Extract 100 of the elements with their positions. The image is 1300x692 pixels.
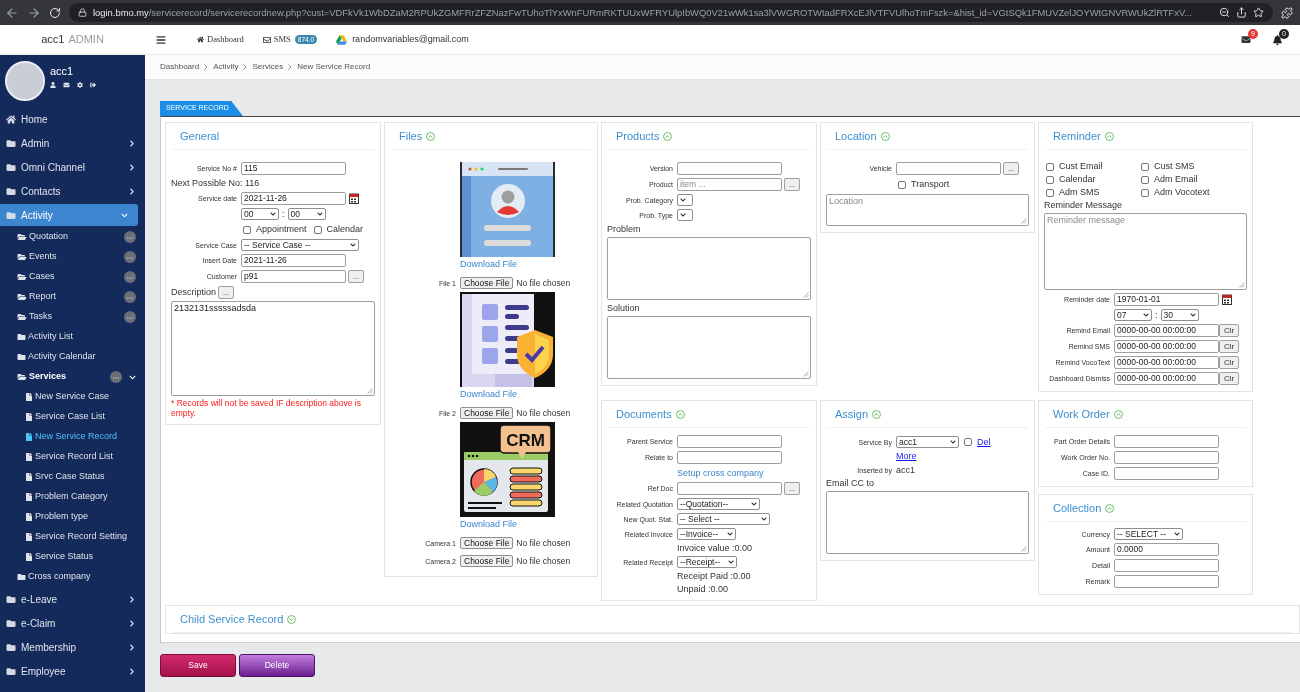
clear-button[interactable]: Clr (1219, 356, 1240, 369)
header-link[interactable]: Dashboard (197, 33, 244, 46)
sidebar-subitem[interactable]: Srvc Case Status (0, 467, 145, 487)
menu-icon[interactable] (156, 34, 166, 45)
sidebar-subitem[interactable]: Activity List (0, 327, 145, 347)
sidebar-subitem[interactable]: Report (0, 287, 145, 307)
text-field[interactable]: 0000-00-00 00:00:00 (1114, 324, 1219, 337)
text-field[interactable]: p91 (241, 270, 346, 283)
text-field[interactable]: 0000-00-00 00:00:00 (1114, 372, 1219, 385)
text-field[interactable] (896, 162, 1001, 175)
dropdown[interactable]: 00 (241, 208, 279, 220)
dropdown[interactable]: 30 (1160, 309, 1199, 321)
more-icon[interactable] (110, 371, 122, 383)
text-field[interactable]: 2021-11-26 (241, 254, 346, 267)
text-field[interactable]: 2021-11-26 (241, 192, 346, 205)
sidebar-subitem[interactable]: Service Record List (0, 447, 145, 467)
text-field[interactable] (1114, 451, 1219, 464)
clear-button[interactable]: Clr (1219, 324, 1240, 337)
sidebar-item[interactable]: Activity (0, 204, 138, 226)
dropdown[interactable]: 00 (287, 208, 326, 220)
sidebar-item[interactable]: Employee (0, 660, 145, 682)
bell-icon[interactable] (1273, 34, 1282, 45)
sidebar-item[interactable]: Membership (0, 636, 145, 658)
more-icon[interactable] (124, 231, 136, 243)
breadcrumb-link[interactable]: Activity (213, 61, 239, 73)
text-link[interactable]: Setup cross company (677, 467, 764, 479)
delete-button[interactable]: Delete (239, 654, 315, 677)
header-link[interactable]: randomvariables@gmail.com (336, 32, 469, 47)
checkbox[interactable] (1141, 162, 1149, 171)
checkbox[interactable] (898, 180, 906, 189)
user-icon[interactable] (50, 82, 56, 88)
sidebar-subitem[interactable]: Tasks (0, 307, 145, 327)
text-field[interactable] (677, 482, 782, 495)
breadcrumb-link[interactable]: Services (252, 61, 284, 73)
chevron-right-icon[interactable] (129, 595, 135, 603)
text-area[interactable]: Reminder message (1044, 213, 1247, 290)
sidebar-item[interactable]: e-Leave (0, 588, 145, 610)
sidebar-item[interactable]: Contacts (0, 180, 145, 202)
checkbox[interactable] (1046, 175, 1054, 184)
sidebar-subitem[interactable]: Events (0, 247, 145, 267)
text-field[interactable]: 0000-00-00 00:00:00 (1114, 356, 1219, 369)
dropdown[interactable]: --Invoice-- (677, 528, 736, 540)
more-icon[interactable] (124, 271, 136, 283)
more-icon[interactable] (124, 251, 136, 263)
choose-file-button[interactable]: Choose File (460, 555, 514, 567)
text-field[interactable]: item ... (677, 178, 782, 191)
more-icon[interactable] (124, 291, 136, 303)
text-field[interactable] (1114, 467, 1219, 480)
forward-icon[interactable] (27, 5, 41, 20)
sidebar-item[interactable]: Omni Channel (0, 156, 145, 178)
chevron-right-icon[interactable] (129, 139, 135, 147)
text-area[interactable] (826, 491, 1029, 554)
text-field[interactable]: 115 (241, 162, 346, 175)
choose-file-button[interactable]: Choose File (460, 537, 514, 549)
checkbox[interactable] (1046, 162, 1054, 171)
clear-button[interactable]: Clr (1219, 340, 1240, 353)
text-field[interactable] (677, 435, 782, 448)
sidebar-item[interactable]: Home (0, 108, 145, 130)
chevron-right-icon[interactable] (129, 643, 135, 651)
sidebar-subitem[interactable]: Cases (0, 267, 145, 287)
checkbox[interactable] (1046, 188, 1054, 197)
share-icon[interactable] (1236, 7, 1247, 18)
text-field[interactable] (1114, 435, 1219, 448)
dropdown[interactable]: -- SELECT -- (1114, 528, 1183, 540)
calendar-icon[interactable] (349, 193, 359, 204)
dropdown[interactable]: -- Select -- (677, 513, 770, 525)
calendar-icon[interactable] (1222, 294, 1232, 305)
text-area[interactable] (607, 237, 811, 300)
text-field[interactable]: 1970-01-01 (1114, 293, 1219, 306)
sidebar-subitem[interactable]: Quotation (0, 227, 145, 247)
zoom-icon[interactable] (1219, 7, 1230, 18)
dropdown[interactable]: --Receipt-- (677, 556, 738, 568)
puzzle-icon[interactable] (1281, 6, 1293, 19)
dropdown[interactable]: acc1 (896, 436, 959, 448)
checkbox[interactable] (313, 225, 322, 234)
choose-file-button[interactable]: Choose File (460, 277, 514, 289)
more-icon[interactable] (124, 311, 136, 323)
chevron-right-icon[interactable] (129, 667, 135, 675)
star-icon[interactable] (1253, 7, 1264, 18)
sidebar-subitem[interactable]: Cross company (0, 567, 145, 587)
download-link[interactable]: Download File (460, 259, 518, 270)
text-field[interactable]: 0000-00-00 00:00:00 (1114, 340, 1219, 353)
sidebar-subitem[interactable]: New Service Record (0, 427, 145, 447)
sign-out-icon[interactable] (90, 82, 96, 88)
text-field[interactable] (677, 162, 782, 175)
checkbox[interactable] (1141, 188, 1149, 197)
chevron-right-icon[interactable] (129, 187, 135, 195)
dropdown[interactable]: 07 (1114, 309, 1152, 321)
text-area[interactable]: Location (826, 194, 1029, 226)
dropdown[interactable] (677, 194, 693, 206)
text-area[interactable]: 2132131sssssadsda (171, 301, 375, 396)
breadcrumb-link[interactable]: Dashboard (160, 61, 200, 73)
sidebar-subitem[interactable]: New Service Case (0, 387, 145, 407)
sidebar-subitem[interactable]: Service Case List (0, 407, 145, 427)
checkbox[interactable] (1141, 175, 1149, 184)
save-button[interactable]: Save (160, 654, 236, 677)
dropdown[interactable]: -- Service Case -- (241, 239, 359, 251)
settings-icon[interactable] (77, 82, 83, 88)
dropdown[interactable] (677, 209, 693, 221)
mail-icon[interactable] (63, 82, 70, 88)
